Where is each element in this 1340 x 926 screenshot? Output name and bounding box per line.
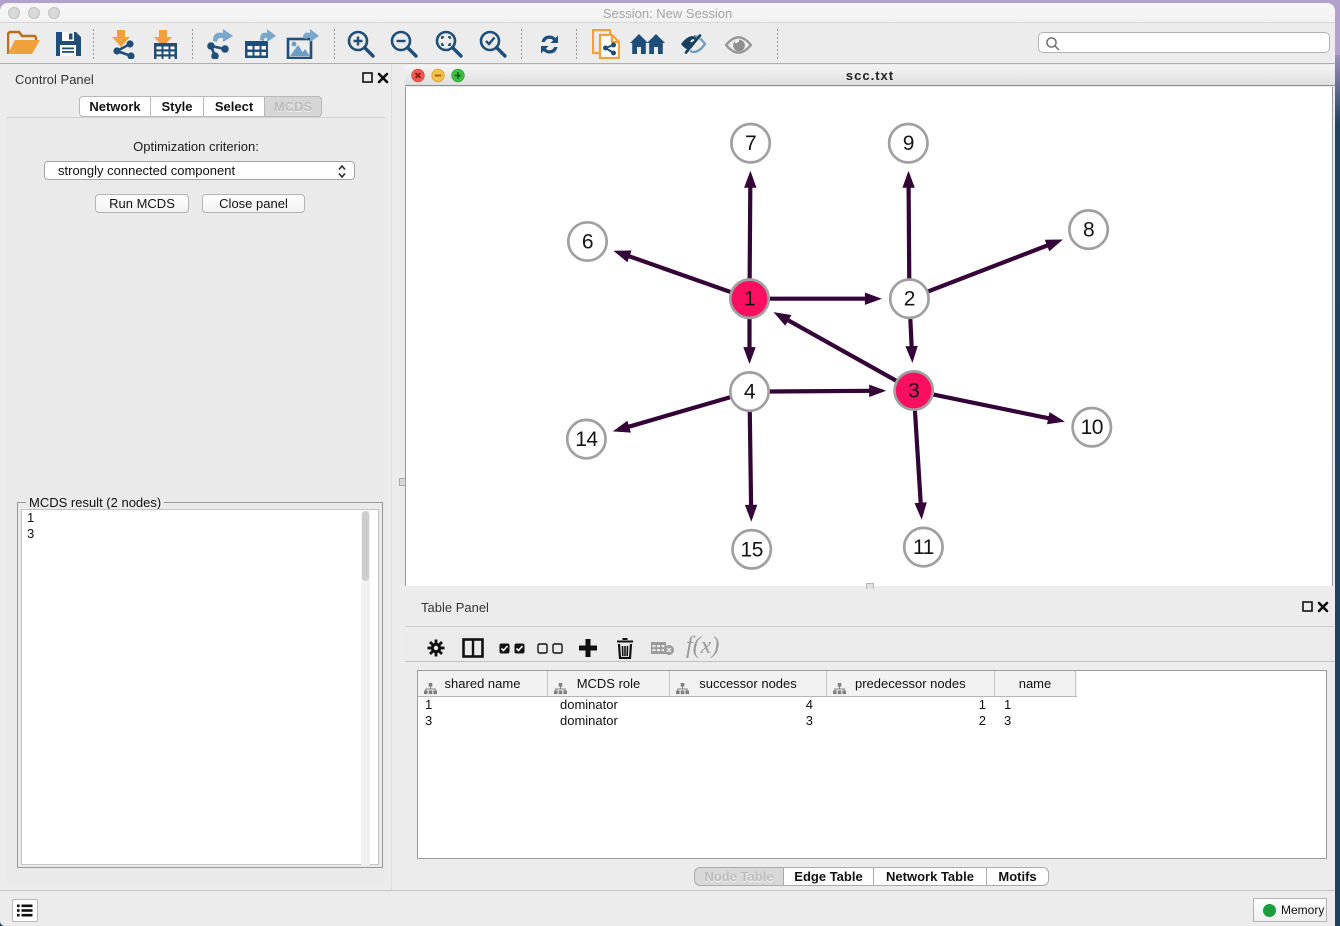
svg-text:4: 4 bbox=[744, 381, 756, 404]
svg-text:14: 14 bbox=[575, 428, 598, 451]
svg-text:11: 11 bbox=[913, 536, 934, 559]
svg-text:1: 1 bbox=[744, 288, 755, 311]
svg-text:8: 8 bbox=[1083, 219, 1094, 242]
svg-text:2: 2 bbox=[904, 288, 915, 311]
svg-text:9: 9 bbox=[903, 132, 914, 155]
svg-text:7: 7 bbox=[745, 132, 756, 155]
svg-text:15: 15 bbox=[741, 538, 763, 561]
svg-text:6: 6 bbox=[582, 231, 593, 254]
svg-text:10: 10 bbox=[1081, 416, 1103, 439]
svg-text:3: 3 bbox=[908, 380, 919, 403]
